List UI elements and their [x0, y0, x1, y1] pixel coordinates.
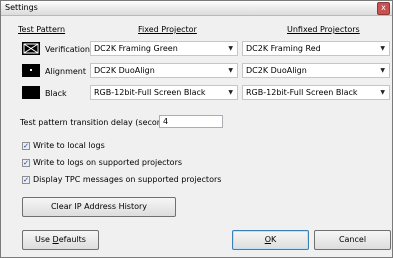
- pattern-label: Alignment: [45, 67, 86, 76]
- unfixed-projector-select-black[interactable]: RGB-12bit-Full Screen Black ▼: [242, 85, 390, 100]
- black-pattern-icon: [22, 86, 40, 99]
- chevron-down-icon: ▼: [228, 89, 233, 96]
- cancel-button[interactable]: Cancel: [314, 230, 391, 250]
- framing-pattern-icon: [22, 42, 40, 55]
- alignment-pattern-icon: [22, 64, 40, 77]
- checkbox-label: Write to local logs: [33, 141, 105, 150]
- fixed-projector-select-verification[interactable]: DC2K Framing Green ▼: [90, 41, 238, 56]
- selected-value: DC2K DuoAlign: [246, 66, 307, 75]
- unfixed-projector-select-verification[interactable]: DC2K Framing Red ▼: [242, 41, 390, 56]
- title-bar[interactable]: Settings x: [1, 1, 392, 16]
- chevron-down-icon: ▼: [380, 67, 385, 74]
- fixed-projector-select-black[interactable]: RGB-12bit-Full Screen Black ▼: [90, 85, 238, 100]
- pattern-label: Black: [45, 89, 67, 98]
- pattern-label: Verification: [45, 45, 90, 54]
- selected-value: RGB-12bit-Full Screen Black: [246, 88, 358, 97]
- selected-value: RGB-12bit-Full Screen Black: [94, 88, 206, 97]
- header-test-pattern: Test Pattern: [18, 25, 66, 34]
- checkbox-label: Write to logs on supported projectors: [33, 158, 183, 167]
- checkbox[interactable]: ✓: [22, 142, 30, 150]
- chevron-down-icon: ▼: [228, 45, 233, 52]
- checkbox[interactable]: ✓: [22, 176, 30, 184]
- chevron-down-icon: ▼: [380, 89, 385, 96]
- ok-button[interactable]: OK: [232, 230, 309, 250]
- checkbox[interactable]: ✓: [22, 159, 30, 167]
- use-defaults-button[interactable]: Use Defaults: [22, 230, 99, 250]
- button-label: efaults: [58, 235, 86, 244]
- button-label: K: [271, 235, 277, 244]
- pattern-row-alignment: Alignment DC2K DuoAlign ▼ DC2K DuoAlign …: [1, 63, 392, 83]
- fixed-projector-select-alignment[interactable]: DC2K DuoAlign ▼: [90, 63, 238, 78]
- header-unfixed-projectors: Unfixed Projectors: [287, 25, 360, 34]
- window-title: Settings: [5, 3, 38, 12]
- checkbox-label: Display TPC messages on supported projec…: [33, 175, 222, 184]
- pattern-row-black: Black RGB-12bit-Full Screen Black ▼ RGB-…: [1, 85, 392, 105]
- button-label: Use: [35, 235, 53, 244]
- transition-delay-label: Test pattern transition delay (seconds):: [20, 118, 177, 127]
- chevron-down-icon: ▼: [380, 45, 385, 52]
- selected-value: DC2K Framing Red: [246, 44, 321, 53]
- header-fixed-projector: Fixed Projector: [138, 25, 197, 34]
- clear-ip-history-button[interactable]: Clear IP Address History: [22, 197, 176, 217]
- unfixed-projector-select-alignment[interactable]: DC2K DuoAlign ▼: [242, 63, 390, 78]
- selected-value: DC2K DuoAlign: [94, 66, 155, 75]
- settings-dialog: Settings x Test Pattern Fixed Projector …: [0, 0, 393, 258]
- close-button[interactable]: x: [377, 2, 390, 15]
- pattern-row-verification: Verification DC2K Framing Green ▼ DC2K F…: [1, 41, 392, 61]
- transition-delay-input[interactable]: 4: [159, 115, 223, 128]
- chevron-down-icon: ▼: [228, 67, 233, 74]
- selected-value: DC2K Framing Green: [94, 44, 178, 53]
